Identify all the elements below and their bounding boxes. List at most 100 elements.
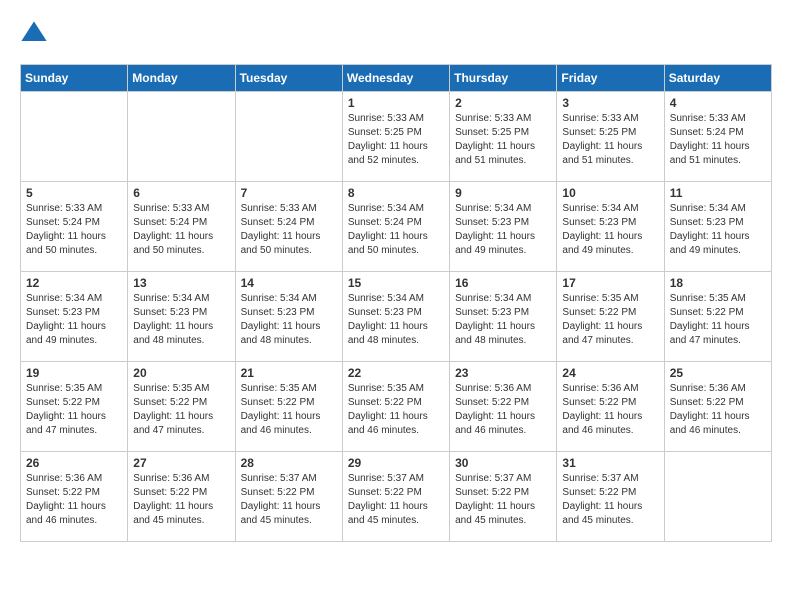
- calendar-cell: 29 Sunrise: 5:37 AMSunset: 5:22 PMDayligh…: [342, 452, 449, 542]
- calendar-cell: 21 Sunrise: 5:35 AMSunset: 5:22 PMDayligh…: [235, 362, 342, 452]
- calendar-cell: 2Sunrise: 5:33 AMSunset: 5:25 PMDaylight…: [450, 92, 557, 182]
- day-info: Sunrise: 5:36 AMSunset: 5:22 PMDaylight:…: [26, 472, 122, 528]
- day-info: Sunrise: 5:37 AMSunset: 5:22 PMDaylight:…: [241, 472, 337, 528]
- logo: [20, 20, 52, 48]
- day-number: 22: [348, 366, 444, 380]
- calendar-cell: 1 Sunrise: 5:33 AMSunset: 5:25 PMDaylight…: [342, 92, 449, 182]
- page-header: [20, 20, 772, 48]
- calendar-cell: 11 Sunrise: 5:34 AMSunset: 5:23 PMDayligh…: [664, 182, 771, 272]
- day-number: 4: [670, 96, 766, 110]
- calendar-cell: 30 Sunrise: 5:37 AMSunset: 5:22 PMDayligh…: [450, 452, 557, 542]
- week-row: 1 Sunrise: 5:33 AMSunset: 5:25 PMDaylight…: [21, 92, 772, 182]
- day-info: Sunrise: 5:34 AMSunset: 5:23 PMDaylight:…: [562, 202, 658, 258]
- calendar-cell: 22 Sunrise: 5:35 AMSunset: 5:22 PMDayligh…: [342, 362, 449, 452]
- col-header-sunday: Sunday: [21, 65, 128, 92]
- day-number: 10: [562, 186, 658, 200]
- calendar-cell: [235, 92, 342, 182]
- calendar-cell: [128, 92, 235, 182]
- header-row: SundayMondayTuesdayWednesdayThursdayFrid…: [21, 65, 772, 92]
- day-number: 7: [241, 186, 337, 200]
- week-row: 26 Sunrise: 5:36 AMSunset: 5:22 PMDayligh…: [21, 452, 772, 542]
- col-header-wednesday: Wednesday: [342, 65, 449, 92]
- calendar-cell: 26 Sunrise: 5:36 AMSunset: 5:22 PMDayligh…: [21, 452, 128, 542]
- day-number: 25: [670, 366, 766, 380]
- day-number: 18: [670, 276, 766, 290]
- calendar-cell: 14 Sunrise: 5:34 AMSunset: 5:23 PMDayligh…: [235, 272, 342, 362]
- day-number: 5: [26, 186, 122, 200]
- col-header-thursday: Thursday: [450, 65, 557, 92]
- day-info: Sunrise: 5:36 AMSunset: 5:22 PMDaylight:…: [670, 382, 766, 438]
- day-info: Sunrise: 5:35 AMSunset: 5:22 PMDaylight:…: [670, 292, 766, 348]
- day-number: 24: [562, 366, 658, 380]
- day-info: Sunrise: 5:37 AMSunset: 5:22 PMDaylight:…: [348, 472, 444, 528]
- day-number: 15: [348, 276, 444, 290]
- day-info: Sunrise: 5:34 AMSunset: 5:24 PMDaylight:…: [348, 202, 444, 258]
- day-number: 13: [133, 276, 229, 290]
- calendar-cell: 12 Sunrise: 5:34 AMSunset: 5:23 PMDayligh…: [21, 272, 128, 362]
- calendar-cell: 19 Sunrise: 5:35 AMSunset: 5:22 PMDayligh…: [21, 362, 128, 452]
- logo-icon: [20, 20, 48, 48]
- day-info: Sunrise: 5:34 AMSunset: 5:23 PMDaylight:…: [455, 202, 551, 258]
- week-row: 5 Sunrise: 5:33 AMSunset: 5:24 PMDaylight…: [21, 182, 772, 272]
- day-number: 30: [455, 456, 551, 470]
- day-info: Sunrise: 5:35 AMSunset: 5:22 PMDaylight:…: [241, 382, 337, 438]
- calendar-cell: [21, 92, 128, 182]
- day-info: Sunrise: 5:35 AMSunset: 5:22 PMDaylight:…: [26, 382, 122, 438]
- calendar-cell: 9 Sunrise: 5:34 AMSunset: 5:23 PMDaylight…: [450, 182, 557, 272]
- day-number: 17: [562, 276, 658, 290]
- day-info: Sunrise: 5:35 AMSunset: 5:22 PMDaylight:…: [348, 382, 444, 438]
- calendar-cell: 27 Sunrise: 5:36 AMSunset: 5:22 PMDayligh…: [128, 452, 235, 542]
- day-number: 8: [348, 186, 444, 200]
- day-info: Sunrise: 5:33 AMSunset: 5:25 PMDaylight:…: [348, 112, 444, 168]
- day-number: 3: [562, 96, 658, 110]
- calendar-cell: 4 Sunrise: 5:33 AMSunset: 5:24 PMDaylight…: [664, 92, 771, 182]
- day-number: 14: [241, 276, 337, 290]
- day-number: 29: [348, 456, 444, 470]
- day-info: Sunrise: 5:34 AMSunset: 5:23 PMDaylight:…: [670, 202, 766, 258]
- day-number: 12: [26, 276, 122, 290]
- day-number: 23: [455, 366, 551, 380]
- day-number: 26: [26, 456, 122, 470]
- day-info: Sunrise: 5:36 AMSunset: 5:22 PMDaylight:…: [455, 382, 551, 438]
- day-info: Sunrise: 5:37 AMSunset: 5:22 PMDaylight:…: [455, 472, 551, 528]
- day-number: 27: [133, 456, 229, 470]
- calendar-cell: 7 Sunrise: 5:33 AMSunset: 5:24 PMDaylight…: [235, 182, 342, 272]
- calendar-cell: 15 Sunrise: 5:34 AMSunset: 5:23 PMDayligh…: [342, 272, 449, 362]
- day-info: Sunrise: 5:33 AMSunset: 5:24 PMDaylight:…: [133, 202, 229, 258]
- week-row: 19 Sunrise: 5:35 AMSunset: 5:22 PMDayligh…: [21, 362, 772, 452]
- day-number: 1: [348, 96, 444, 110]
- col-header-monday: Monday: [128, 65, 235, 92]
- calendar-table: SundayMondayTuesdayWednesdayThursdayFrid…: [20, 64, 772, 542]
- day-info: Sunrise: 5:36 AMSunset: 5:22 PMDaylight:…: [562, 382, 658, 438]
- day-info: Sunrise: 5:33 AMSunset: 5:24 PMDaylight:…: [670, 112, 766, 168]
- calendar-cell: 18 Sunrise: 5:35 AMSunset: 5:22 PMDayligh…: [664, 272, 771, 362]
- calendar-cell: 20Sunrise: 5:35 AMSunset: 5:22 PMDayligh…: [128, 362, 235, 452]
- day-number: 19: [26, 366, 122, 380]
- day-info: Sunrise: 5:33 AMSunset: 5:25 PMDaylight:…: [455, 112, 551, 168]
- day-number: 11: [670, 186, 766, 200]
- day-info: Sunrise: 5:34 AMSunset: 5:23 PMDaylight:…: [26, 292, 122, 348]
- day-number: 6: [133, 186, 229, 200]
- day-info: Sunrise: 5:34 AMSunset: 5:23 PMDaylight:…: [241, 292, 337, 348]
- col-header-friday: Friday: [557, 65, 664, 92]
- day-info: Sunrise: 5:35 AMSunset: 5:22 PMDaylight:…: [562, 292, 658, 348]
- day-info: Sunrise: 5:36 AMSunset: 5:22 PMDaylight:…: [133, 472, 229, 528]
- calendar-cell: 3Sunrise: 5:33 AMSunset: 5:25 PMDaylight…: [557, 92, 664, 182]
- day-info: Sunrise: 5:33 AMSunset: 5:24 PMDaylight:…: [241, 202, 337, 258]
- calendar-cell: 16Sunrise: 5:34 AMSunset: 5:23 PMDayligh…: [450, 272, 557, 362]
- calendar-cell: 31Sunrise: 5:37 AMSunset: 5:22 PMDayligh…: [557, 452, 664, 542]
- day-number: 16: [455, 276, 551, 290]
- week-row: 12 Sunrise: 5:34 AMSunset: 5:23 PMDayligh…: [21, 272, 772, 362]
- calendar-cell: [664, 452, 771, 542]
- day-number: 21: [241, 366, 337, 380]
- day-number: 28: [241, 456, 337, 470]
- calendar-cell: 17 Sunrise: 5:35 AMSunset: 5:22 PMDayligh…: [557, 272, 664, 362]
- calendar-cell: 10 Sunrise: 5:34 AMSunset: 5:23 PMDayligh…: [557, 182, 664, 272]
- day-info: Sunrise: 5:37 AMSunset: 5:22 PMDaylight:…: [562, 472, 658, 528]
- col-header-saturday: Saturday: [664, 65, 771, 92]
- calendar-cell: 25 Sunrise: 5:36 AMSunset: 5:22 PMDayligh…: [664, 362, 771, 452]
- calendar-cell: 28 Sunrise: 5:37 AMSunset: 5:22 PMDayligh…: [235, 452, 342, 542]
- day-info: Sunrise: 5:34 AMSunset: 5:23 PMDaylight:…: [348, 292, 444, 348]
- day-number: 9: [455, 186, 551, 200]
- calendar-cell: 5Sunrise: 5:33 AMSunset: 5:24 PMDaylight…: [21, 182, 128, 272]
